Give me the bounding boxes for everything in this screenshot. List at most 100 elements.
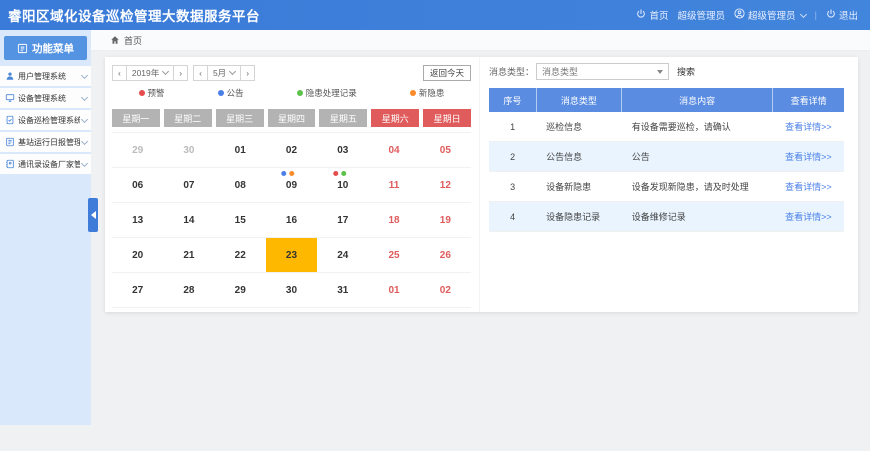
nav-admin-menu-label: 超级管理员: [748, 8, 796, 22]
cell-view-details: 查看详情>>: [773, 202, 844, 232]
messages-table-head: 序号消息类型消息内容查看详情: [489, 88, 844, 112]
sidebar-item-label: 设备管理系统: [18, 93, 80, 104]
day-number: 29: [235, 285, 246, 296]
nav-logout[interactable]: 退出: [826, 8, 858, 22]
sidebar-item-label: 设备巡检管理系统: [18, 115, 80, 126]
legend-label: 公告: [227, 87, 244, 99]
calendar-day-cell[interactable]: 13: [112, 203, 163, 238]
calendar-day-cell[interactable]: 12: [420, 168, 471, 203]
sidebar-collapse-handle[interactable]: [88, 198, 98, 232]
nav-admin-menu[interactable]: 超级管理员: [734, 8, 806, 22]
calendar-day-cell[interactable]: 05: [420, 133, 471, 168]
calendar-day-cell[interactable]: 24: [317, 238, 368, 273]
weekday-header-row: 星期一星期二星期三星期四星期五星期六星期日: [112, 109, 471, 127]
calendar-day-cell[interactable]: 07: [163, 168, 214, 203]
cell-index: 2: [489, 142, 536, 172]
calendar-day-cell[interactable]: 31: [317, 273, 368, 308]
view-details-link[interactable]: 查看详情>>: [785, 122, 832, 132]
calendar-day-cell[interactable]: 16: [266, 203, 317, 238]
weekday-header[interactable]: 星期三: [216, 109, 264, 127]
day-number: 07: [183, 180, 194, 191]
calendar-day-cell[interactable]: 09: [266, 168, 317, 203]
calendar-day-cell[interactable]: 27: [112, 273, 163, 308]
calendar-day-cell[interactable]: 04: [368, 133, 419, 168]
calendar-controls: ‹ 2019年 › ‹ 5月 › 返回今天: [112, 64, 471, 81]
calendar-day-cell[interactable]: 28: [163, 273, 214, 308]
calendar-day-cell[interactable]: 06: [112, 168, 163, 203]
day-number: 06: [132, 180, 143, 191]
calendar-day-cell[interactable]: 30: [163, 133, 214, 168]
calendar-day-cell[interactable]: 03: [317, 133, 368, 168]
calendar-day-cell[interactable]: 01: [215, 133, 266, 168]
breadcrumb-home[interactable]: 首页: [124, 34, 142, 47]
message-type-select[interactable]: 消息类型: [536, 63, 669, 80]
day-number: 28: [183, 285, 194, 296]
calendar-day-cell[interactable]: 30: [266, 273, 317, 308]
search-button[interactable]: 搜索: [677, 65, 695, 78]
next-year-button[interactable]: ›: [173, 65, 188, 81]
calendar-day-cell[interactable]: 02: [266, 133, 317, 168]
calendar-day-cell[interactable]: 29: [215, 273, 266, 308]
calendar-day-cell[interactable]: 29: [112, 133, 163, 168]
weekday-header[interactable]: 星期一: [112, 109, 160, 127]
sidebar-item-1[interactable]: 用户管理系统: [0, 66, 91, 86]
day-number: 20: [132, 250, 143, 261]
calendar-day-cell[interactable]: 26: [420, 238, 471, 273]
month-select[interactable]: 5月: [207, 65, 241, 81]
calendar-day-cell[interactable]: 18: [368, 203, 419, 238]
view-details-link[interactable]: 查看详情>>: [785, 152, 832, 162]
calendar-day-cell[interactable]: 02: [420, 273, 471, 308]
nav-admin-label: 超级管理员: [677, 8, 725, 22]
nav-home[interactable]: 首页: [636, 8, 668, 22]
calendar-day-cell[interactable]: 14: [163, 203, 214, 238]
event-dot-icon: [333, 171, 338, 176]
calendar-day-cell[interactable]: 15: [215, 203, 266, 238]
legend-dot-icon: [297, 90, 303, 96]
nav-logout-label: 退出: [839, 8, 858, 22]
calendar-day-cell[interactable]: 25: [368, 238, 419, 273]
nav-home-label: 首页: [649, 8, 668, 22]
calendar-day-cell[interactable]: 11: [368, 168, 419, 203]
calendar-day-cell[interactable]: 17: [317, 203, 368, 238]
sidebar-item-label: 用户管理系统: [18, 71, 80, 82]
day-number: 19: [440, 215, 451, 226]
year-select[interactable]: 2019年: [126, 65, 174, 81]
weekday-header[interactable]: 星期日: [423, 109, 471, 127]
back-to-today-button[interactable]: 返回今天: [423, 65, 471, 81]
nav-admin[interactable]: 超级管理员: [677, 8, 725, 22]
user-icon: [5, 71, 15, 81]
weekday-header[interactable]: 星期五: [319, 109, 367, 127]
view-details-link[interactable]: 查看详情>>: [785, 182, 832, 192]
weekday-header[interactable]: 星期四: [268, 109, 316, 127]
day-number: 12: [440, 180, 451, 191]
message-type-label: 消息类型：: [489, 65, 534, 78]
sidebar-item-5[interactable]: 通讯录设备厂家管理: [0, 154, 91, 174]
weekday-header[interactable]: 星期六: [371, 109, 419, 127]
next-month-button[interactable]: ›: [240, 65, 255, 81]
calendar-day-cell[interactable]: 23: [266, 238, 317, 273]
calendar-day-cell[interactable]: 22: [215, 238, 266, 273]
day-number: 25: [388, 250, 399, 261]
calendar-day-cell[interactable]: 08: [215, 168, 266, 203]
calendar-day-cell[interactable]: 20: [112, 238, 163, 273]
month-value: 5月: [213, 67, 226, 79]
table-header-cell: 序号: [489, 88, 536, 112]
chevron-down-icon: [81, 137, 88, 144]
calendar-panel: ‹ 2019年 › ‹ 5月 › 返回今天 预警公告隐患: [105, 57, 480, 312]
calendar-day-cell[interactable]: 10: [317, 168, 368, 203]
sidebar-item-2[interactable]: 设备管理系统: [0, 88, 91, 108]
view-details-link[interactable]: 查看详情>>: [785, 212, 832, 222]
day-number: 31: [337, 285, 348, 296]
sidebar-item-4[interactable]: 基站运行日报管理: [0, 132, 91, 152]
prev-month-button[interactable]: ‹: [193, 65, 208, 81]
day-number: 14: [183, 215, 194, 226]
calendar-day-cell[interactable]: 21: [163, 238, 214, 273]
prev-year-button[interactable]: ‹: [112, 65, 127, 81]
weekday-header[interactable]: 星期二: [164, 109, 212, 127]
day-number: 21: [183, 250, 194, 261]
calendar-day-cell[interactable]: 19: [420, 203, 471, 238]
table-row: 3设备新隐患设备发现新隐患，请及时处理查看详情>>: [489, 172, 844, 202]
day-number: 08: [235, 180, 246, 191]
sidebar-item-3[interactable]: 设备巡检管理系统: [0, 110, 91, 130]
calendar-day-cell[interactable]: 01: [368, 273, 419, 308]
